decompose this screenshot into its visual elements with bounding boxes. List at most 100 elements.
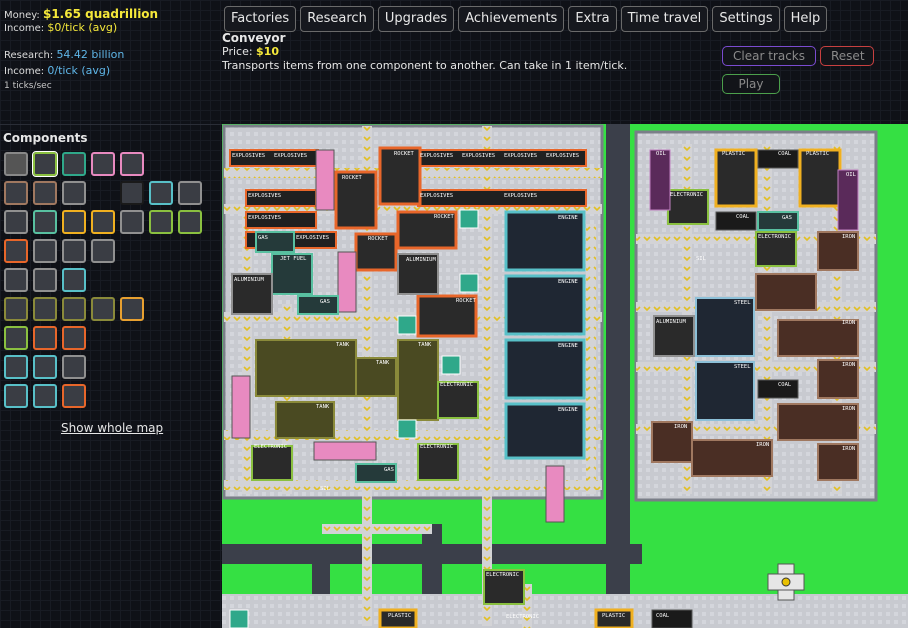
label-explosives: EXPLOSIVES	[420, 193, 453, 199]
label-coal: COAL	[778, 382, 792, 388]
label-plastic: PLASTIC	[722, 151, 745, 157]
label-explosives: EXPLOSIVES	[248, 215, 281, 221]
component-tile[interactable]	[62, 384, 86, 408]
component-tile[interactable]	[91, 152, 115, 176]
research-income-label: Income:	[4, 66, 45, 77]
component-tile[interactable]	[62, 355, 86, 379]
label-gas: GAS	[384, 467, 394, 473]
component-tile[interactable]	[120, 181, 144, 205]
nav-settings-button[interactable]: Settings	[712, 6, 780, 32]
component-tile[interactable]	[4, 355, 28, 379]
label-electronic: ELECTRONIC	[758, 234, 791, 240]
label-tank: TANK	[376, 360, 390, 366]
component-tile[interactable]	[178, 210, 202, 234]
label-sil: SIL	[696, 256, 707, 262]
label-rocket: ROCKET	[456, 298, 477, 304]
nav-factories-button[interactable]: Factories	[224, 6, 297, 32]
label-aluminium: ALUMINIUM	[234, 277, 264, 283]
component-tile[interactable]	[62, 239, 86, 263]
label-explosives: EXPLOSIVES	[462, 153, 495, 159]
income-value: $0/tick (avg)	[47, 21, 118, 34]
nav-research-button[interactable]: Research	[300, 6, 374, 32]
label-explosives: EXPLOSIVES	[546, 153, 579, 159]
clear-tracks-button[interactable]: Clear tracks	[722, 46, 816, 66]
label-steel: STEEL	[734, 364, 751, 370]
nav-upgrades-button[interactable]: Upgrades	[377, 6, 455, 32]
label-iron: IRON	[674, 424, 687, 430]
label-gas: GAS	[258, 235, 268, 241]
money-value: $1.65 quadrillion	[42, 7, 159, 21]
component-tile[interactable]	[62, 152, 86, 176]
component-tile[interactable]	[4, 152, 28, 176]
show-whole-map-link[interactable]: Show whole map	[61, 421, 163, 435]
label-tank: TANK	[418, 342, 432, 348]
component-tile[interactable]	[91, 239, 115, 263]
label-jet-fuel: JET FUEL	[280, 256, 307, 262]
label-rocket: ROCKET	[368, 236, 389, 242]
component-tile[interactable]	[33, 210, 57, 234]
component-tile[interactable]	[4, 239, 28, 263]
label-coal: COAL	[778, 151, 792, 157]
component-tile[interactable]	[120, 210, 144, 234]
component-tile[interactable]	[33, 268, 57, 292]
component-tile[interactable]	[62, 268, 86, 292]
label-tank: TANK	[316, 404, 330, 410]
label-explosives: EXPLOSIVES	[248, 193, 281, 199]
research-income-value: 0/tick (avg)	[47, 64, 111, 77]
component-tile[interactable]	[4, 384, 28, 408]
nav-time-travel-button[interactable]: Time travel	[620, 6, 709, 32]
label-rocket: ROCKET	[342, 175, 363, 181]
label-explosives: EXPLOSIVES	[296, 235, 329, 241]
label-iron: IRON	[842, 406, 855, 412]
factory-map[interactable]: EXPLOSIVES EXPLOSIVES EXPLOSIVES EXPLOSI…	[222, 124, 908, 628]
play-button[interactable]: Play	[722, 74, 780, 94]
engine-blocks	[504, 210, 586, 460]
label-electronic: ELECTRONIC	[670, 192, 703, 198]
label-explosives: EXPLOSIVES	[232, 153, 265, 159]
label-iron: IRON	[842, 234, 855, 240]
component-tile[interactable]	[33, 384, 57, 408]
nav-help-button[interactable]: Help	[783, 6, 828, 32]
nav-extra-button[interactable]: Extra	[568, 6, 617, 32]
component-tile[interactable]	[4, 181, 28, 205]
component-tile[interactable]	[149, 210, 173, 234]
component-tile[interactable]	[178, 181, 202, 205]
component-tile[interactable]	[62, 326, 86, 350]
component-tile[interactable]	[62, 210, 86, 234]
label-iron: IRON	[842, 320, 855, 326]
component-tile[interactable]	[33, 297, 57, 321]
label-coal: COAL	[656, 613, 670, 619]
component-tile[interactable]	[62, 297, 86, 321]
component-tile[interactable]	[33, 239, 57, 263]
label-electronic: ELECTRONIC	[420, 444, 453, 450]
component-tile[interactable]	[91, 297, 115, 321]
research-value: 54.42 billion	[56, 48, 125, 61]
component-tile[interactable]	[120, 152, 144, 176]
component-tile[interactable]	[33, 355, 57, 379]
reset-button[interactable]: Reset	[820, 46, 874, 66]
component-tile[interactable]	[32, 151, 58, 177]
component-tile[interactable]	[4, 326, 28, 350]
component-tile[interactable]	[33, 181, 57, 205]
label-engine: ENGINE	[558, 279, 578, 285]
component-tile[interactable]	[120, 297, 144, 321]
component-tile[interactable]	[33, 326, 57, 350]
label-plastic: PLASTIC	[602, 613, 625, 619]
components-title: Components	[3, 131, 88, 145]
component-tile[interactable]	[62, 181, 86, 205]
research-label: Research:	[4, 50, 54, 61]
label-rocket: ROCKET	[394, 151, 415, 157]
nav-achievements-button[interactable]: Achievements	[458, 6, 565, 32]
component-tile[interactable]	[4, 297, 28, 321]
component-tile[interactable]	[91, 210, 115, 234]
price-value: $10	[256, 45, 280, 58]
label-tank: TANK	[336, 342, 350, 348]
component-tile[interactable]	[149, 181, 173, 205]
label-electronic: ELECTRONIC	[486, 572, 519, 578]
component-tile[interactable]	[4, 268, 28, 292]
stats-panel: Money: $1.65 quadrillion Income: $0/tick…	[4, 6, 158, 94]
component-price: Price: $10	[222, 45, 627, 59]
label-explosives: EXPLOSIVES	[504, 153, 537, 159]
label-explosives: EXPLOSIVES	[504, 193, 537, 199]
component-tile[interactable]	[4, 210, 28, 234]
